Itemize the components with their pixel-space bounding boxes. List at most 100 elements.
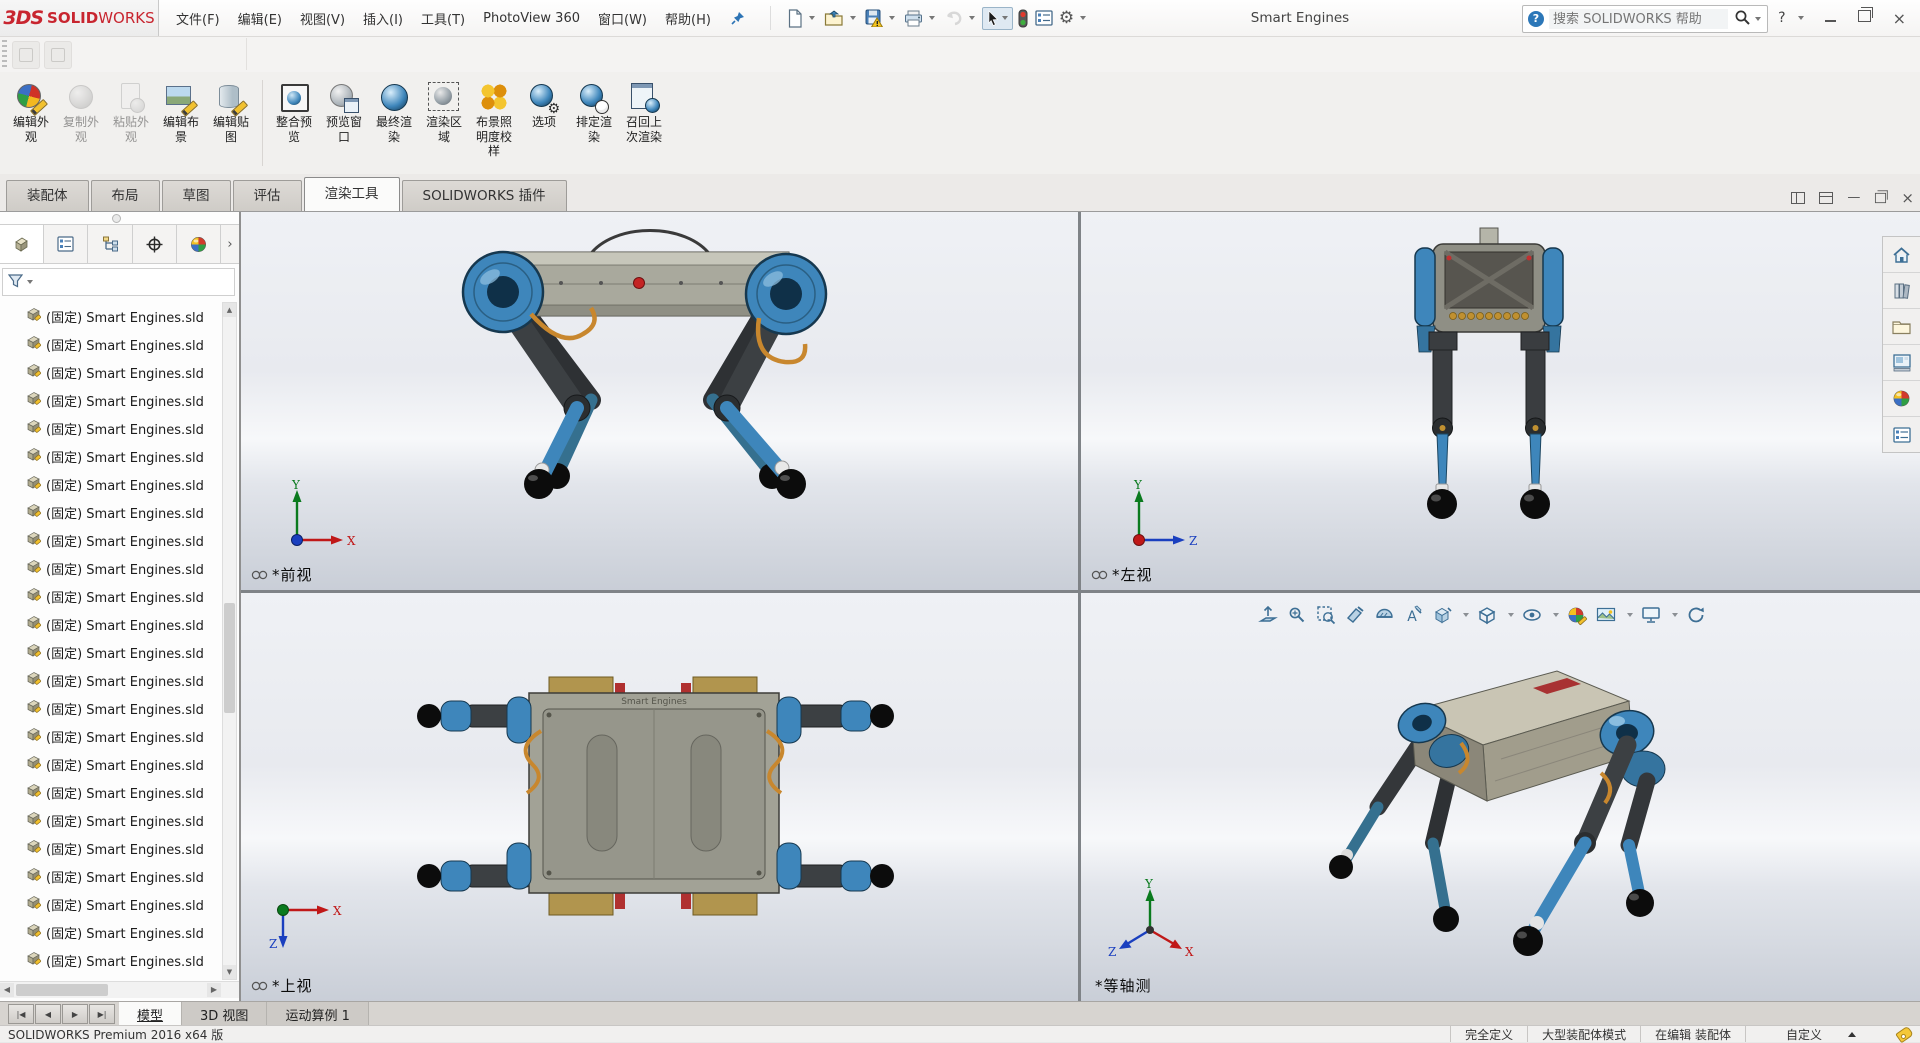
section-tool-icon[interactable] xyxy=(1344,604,1366,626)
tab-dimxpert-manager[interactable] xyxy=(133,225,177,263)
tree-item[interactable]: (固定) Smart Engines.sld xyxy=(0,918,224,946)
menu-item[interactable]: 帮助(H) xyxy=(656,5,720,32)
tab-property-manager[interactable] xyxy=(44,225,88,263)
ribbon-button[interactable]: 召回上次渲染 xyxy=(619,80,669,145)
new-dropdown-caret[interactable] xyxy=(809,16,815,20)
tab-feature-manager-tree[interactable] xyxy=(0,225,44,263)
ribbon-button[interactable]: 排定渲染 xyxy=(569,80,619,145)
tree-item[interactable]: (固定) Smart Engines.sld xyxy=(0,442,224,470)
tab-display-manager[interactable] xyxy=(177,225,221,263)
scrollbar-thumb[interactable] xyxy=(16,984,108,996)
viewport-minimize-icon[interactable]: — xyxy=(1847,192,1860,204)
tree-item[interactable]: (固定) Smart Engines.sld xyxy=(0,946,224,974)
tree-item[interactable]: (固定) Smart Engines.sld xyxy=(0,778,224,806)
scrollbar-thumb[interactable] xyxy=(224,603,235,713)
tree-item[interactable]: (固定) Smart Engines.sld xyxy=(0,806,224,834)
hide-annotations-icon[interactable]: A xyxy=(1402,604,1424,626)
tree-item[interactable]: (固定) Smart Engines.sld xyxy=(0,834,224,862)
tree-item[interactable]: (固定) Smart Engines.sld xyxy=(0,330,224,358)
open-button[interactable] xyxy=(822,8,846,29)
print-dropdown-caret[interactable] xyxy=(929,16,935,20)
rebuild-traffic-light-icon[interactable] xyxy=(1015,7,1031,30)
zoom-to-fit-icon[interactable] xyxy=(1257,604,1279,626)
tab-configuration-manager[interactable] xyxy=(88,225,132,263)
hide-show-items-caret[interactable] xyxy=(1553,613,1559,617)
vcr-button[interactable]: ◀ xyxy=(35,1004,61,1024)
edit-appearance-headsup-icon[interactable] xyxy=(1566,604,1588,626)
menu-item[interactable]: 窗口(W) xyxy=(589,5,656,32)
ribbon-tab[interactable]: SOLIDWORKS 插件 xyxy=(402,180,567,211)
tree-item[interactable]: (固定) Smart Engines.sld xyxy=(0,694,224,722)
select-tool-button[interactable] xyxy=(982,7,1013,30)
panel-splitter-handle[interactable] xyxy=(112,214,121,223)
ribbon-button[interactable]: 编辑贴图 xyxy=(206,80,256,145)
tree-item[interactable]: (固定) Smart Engines.sld xyxy=(0,582,224,610)
menu-item[interactable]: 工具(T) xyxy=(412,5,474,32)
minimize-button[interactable] xyxy=(1819,8,1842,28)
ribbon-button[interactable]: 选项 xyxy=(519,80,569,131)
task-pane-file-explorer[interactable] xyxy=(1883,309,1920,345)
viewport-restore-icon[interactable] xyxy=(1875,193,1886,203)
model-tab[interactable]: 3D 视图 xyxy=(182,1002,267,1026)
filter-dropdown-caret[interactable] xyxy=(27,280,33,284)
task-pane-appearances[interactable] xyxy=(1883,381,1920,417)
view-settings-caret[interactable] xyxy=(1672,613,1678,617)
viewport-top[interactable]: Smart Engines *上视 X xyxy=(241,593,1078,1002)
search-dropdown-caret[interactable] xyxy=(1755,17,1761,21)
vcr-button[interactable]: ▶| xyxy=(89,1004,115,1024)
menu-item[interactable]: PhotoView 360 xyxy=(474,7,589,30)
ribbon-tab[interactable]: 渲染工具 xyxy=(304,177,400,211)
scroll-left-arrow[interactable]: ◀ xyxy=(0,983,14,997)
display-style-caret[interactable] xyxy=(1508,613,1514,617)
tree-item[interactable]: (固定) Smart Engines.sld xyxy=(0,862,224,890)
print-button[interactable] xyxy=(902,8,925,29)
pin-icon[interactable] xyxy=(730,10,746,26)
viewport-horizontal-splitter[interactable] xyxy=(241,590,1920,593)
view-orientation-caret[interactable] xyxy=(1463,613,1469,617)
help-dropdown-caret[interactable] xyxy=(1798,16,1804,20)
tree-item[interactable]: (固定) Smart Engines.sld xyxy=(0,890,224,918)
tree-item[interactable]: (固定) Smart Engines.sld xyxy=(0,358,224,386)
tree-horizontal-scrollbar[interactable]: ◀ ▶ xyxy=(0,981,239,998)
tree-item[interactable]: (固定) Smart Engines.sld xyxy=(0,302,224,330)
viewport-isometric[interactable]: A xyxy=(1081,593,1920,1002)
tree-item[interactable]: (固定) Smart Engines.sld xyxy=(0,750,224,778)
scroll-right-arrow[interactable]: ▶ xyxy=(207,983,221,997)
task-pane-design-library[interactable] xyxy=(1883,273,1920,309)
tree-item[interactable]: (固定) Smart Engines.sld xyxy=(0,722,224,750)
tree-item[interactable]: (固定) Smart Engines.sld xyxy=(0,610,224,638)
search-input[interactable] xyxy=(1549,9,1728,29)
search-icon[interactable] xyxy=(1734,9,1751,30)
view-orientation-icon[interactable] xyxy=(1431,604,1453,626)
status-custom-caret[interactable] xyxy=(1848,1032,1856,1037)
display-style-icon[interactable] xyxy=(1476,604,1498,626)
ribbon-button[interactable]: 粘贴外观 xyxy=(106,80,156,145)
undo-dropdown-caret[interactable] xyxy=(969,16,975,20)
options-gear-icon[interactable]: ⚙ xyxy=(1057,6,1076,30)
ribbon-button[interactable]: 最终渲染 xyxy=(369,80,419,145)
task-pane-custom-properties[interactable] xyxy=(1883,417,1920,452)
display-pane-button[interactable] xyxy=(1033,8,1055,28)
status-tag[interactable] xyxy=(1866,1029,1920,1040)
select-dropdown-caret[interactable] xyxy=(1002,16,1008,20)
task-pane-home[interactable] xyxy=(1883,237,1920,273)
task-pane-view-palette[interactable] xyxy=(1883,345,1920,381)
section-view-icon[interactable] xyxy=(1373,604,1395,626)
tree-item[interactable]: (固定) Smart Engines.sld xyxy=(0,554,224,582)
ribbon-button[interactable]: 编辑外观 xyxy=(6,80,56,145)
tile-horizontal-icon[interactable] xyxy=(1819,192,1833,204)
previous-view-icon[interactable] xyxy=(1315,604,1337,626)
panel-tabs-more-chevron[interactable]: › xyxy=(221,225,239,263)
help-button[interactable]: ? xyxy=(1778,10,1785,26)
ribbon-tab[interactable]: 装配体 xyxy=(6,180,89,211)
zoom-to-area-icon[interactable] xyxy=(1286,604,1308,626)
apply-scene-caret[interactable] xyxy=(1627,613,1633,617)
view-settings-icon[interactable] xyxy=(1640,604,1662,626)
save-dropdown-caret[interactable] xyxy=(889,16,895,20)
ribbon-button[interactable]: 预览窗口 xyxy=(319,80,369,145)
viewport-front[interactable]: *前视 Y X xyxy=(241,212,1078,590)
ribbon-button[interactable]: 布景照明度校样 xyxy=(469,80,519,160)
rotate-view-icon[interactable] xyxy=(1685,604,1707,626)
ribbon-tab[interactable]: 布局 xyxy=(91,180,160,211)
apply-scene-icon[interactable] xyxy=(1595,604,1617,626)
